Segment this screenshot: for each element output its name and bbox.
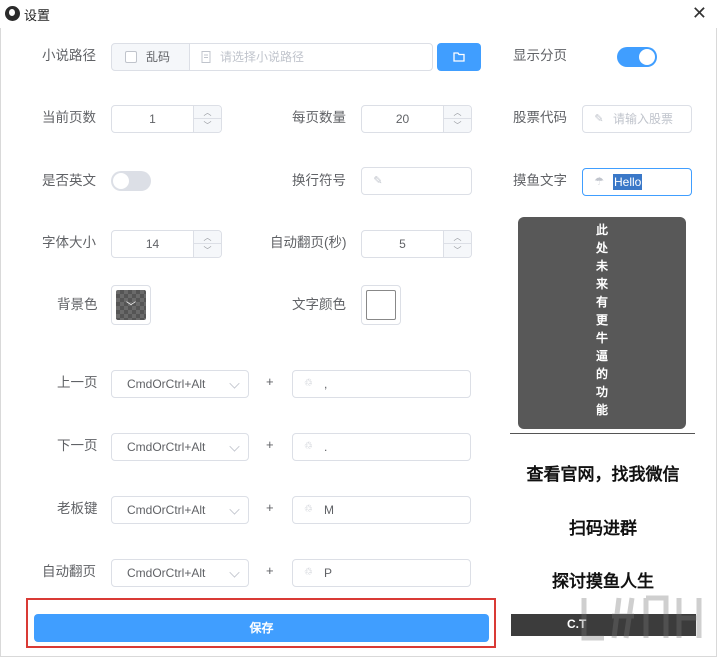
modifier-value: CmdOrCtrl+Alt [127,566,206,580]
keyboard-icon: ♲ [304,378,313,389]
chevron-down-icon [229,441,240,452]
plus-sign: + [266,374,274,389]
increment-icon[interactable]: ︿ [444,231,471,244]
window-title: 设置 [24,8,51,23]
current-page-label: 当前页数 [42,110,96,125]
key-value: P [324,566,333,580]
title-bar: 设置 ✕ [0,0,717,28]
auto-page-label: 自动翻页(秒) [270,235,347,250]
modifier-value: CmdOrCtrl+Alt [127,440,206,454]
font-size-value: 14 [145,237,160,251]
increment-icon[interactable]: ︿ [194,231,221,244]
shortcut-label: 自动翻页 [42,564,96,579]
is-english-toggle[interactable] [111,171,151,191]
novel-path-label: 小说路径 [42,48,96,63]
modifier-value: CmdOrCtrl+Alt [127,503,206,517]
key-value: , [324,377,328,391]
per-page-stepper[interactable]: 20 ︿ ﹀ [361,105,472,133]
save-button[interactable]: 保存 [34,614,489,642]
choose-folder-button[interactable] [437,43,481,71]
watermark-logo-icon [581,595,702,641]
shortcut-key-input[interactable]: ♲ M [292,496,471,524]
text-color-picker[interactable] [361,285,401,325]
novel-path-placeholder: 请选择小说路径 [220,50,305,64]
shortcut-label: 下一页 [57,438,98,453]
auto-page-value: 5 [399,237,406,251]
show-pagination-label: 显示分页 [513,48,567,63]
shortcut-modifier-select[interactable]: CmdOrCtrl+Alt [111,559,249,587]
shortcut-modifier-select[interactable]: CmdOrCtrl+Alt [111,433,249,461]
future-feature-text: 此处未来有更牛逼的功能 [595,223,608,417]
pencil-icon: ✎ [594,113,604,125]
folder-icon [453,52,465,62]
stock-code-placeholder: 请输入股票 [613,112,674,126]
increment-icon[interactable]: ︿ [194,106,221,119]
keyboard-icon: ♲ [304,567,313,578]
pencil-icon: ✎ [373,175,383,187]
per-page-value: 20 [395,112,410,126]
keyboard-icon: ♲ [304,441,313,452]
app-logo-icon [5,6,20,21]
key-value: . [324,440,328,454]
document-icon [200,51,212,63]
increment-icon[interactable]: ︿ [444,106,471,119]
umbrella-icon: ☂ [594,176,604,188]
is-english-label: 是否英文 [42,173,96,188]
current-page-stepper[interactable]: 1 ︿ ﹀ [111,105,222,133]
font-size-label: 字体大小 [42,235,96,250]
promo-line-qr: 扫码进群 [569,519,637,538]
auto-page-stepper[interactable]: 5 ︿ ﹀ [361,230,472,258]
promo-line-website: 查看官网，找我微信 [526,465,680,484]
fish-text-input[interactable]: ☂ Hello [582,168,692,196]
garbled-label: 乱码 [146,50,171,64]
toggle-knob [113,173,129,189]
plus-sign: + [266,500,274,515]
per-page-label: 每页数量 [292,110,346,125]
current-page-value: 1 [149,112,156,126]
garbled-checkbox-group[interactable]: 乱码 [111,43,191,71]
chevron-down-icon [229,567,240,578]
shortcut-modifier-select[interactable]: CmdOrCtrl+Alt [111,496,249,524]
line-break-label: 换行符号 [292,173,346,188]
toggle-knob [639,49,655,65]
shortcut-label: 上一页 [57,375,98,390]
garbled-checkbox[interactable] [125,51,137,63]
chevron-down-icon [229,378,240,389]
decrement-icon[interactable]: ﹀ [194,119,221,132]
shortcut-key-input[interactable]: ♲. [292,433,471,461]
show-pagination-toggle[interactable] [617,47,657,67]
font-size-stepper[interactable]: 14 ︿ ﹀ [111,230,222,258]
future-feature-panel: 此处未来有更牛逼的功能 [518,217,686,429]
shortcut-modifier-select[interactable]: CmdOrCtrl+Alt [111,370,249,398]
chevron-down-icon [229,504,240,515]
promo-divider [510,433,695,434]
keyboard-icon: ♲ [304,504,313,515]
bg-color-picker[interactable]: ﹀ [111,285,151,325]
line-break-input[interactable]: ✎ [361,167,472,195]
stock-code-input[interactable]: ✎ 请输入股票 [582,105,692,133]
shortcut-key-input[interactable]: ♲ P [292,559,471,587]
key-value: M [324,503,334,517]
shortcut-key-input[interactable]: ♲, [292,370,471,398]
decrement-icon[interactable]: ﹀ [444,244,471,257]
stock-code-label: 股票代码 [513,110,567,125]
decrement-icon[interactable]: ﹀ [194,244,221,257]
modifier-value: CmdOrCtrl+Alt [127,377,206,391]
novel-path-input[interactable]: 请选择小说路径 [189,43,433,71]
chevron-down-icon: ﹀ [126,302,136,313]
text-color-label: 文字颜色 [292,297,346,312]
plus-sign: + [266,437,274,452]
decrement-icon[interactable]: ﹀ [444,119,471,132]
bg-color-label: 背景色 [57,297,98,312]
plus-sign: + [266,563,274,578]
fish-text-label: 摸鱼文字 [513,173,567,188]
close-button[interactable]: ✕ [692,3,707,23]
fish-text-value: Hello [613,174,643,190]
shortcut-label: 老板键 [57,501,98,516]
